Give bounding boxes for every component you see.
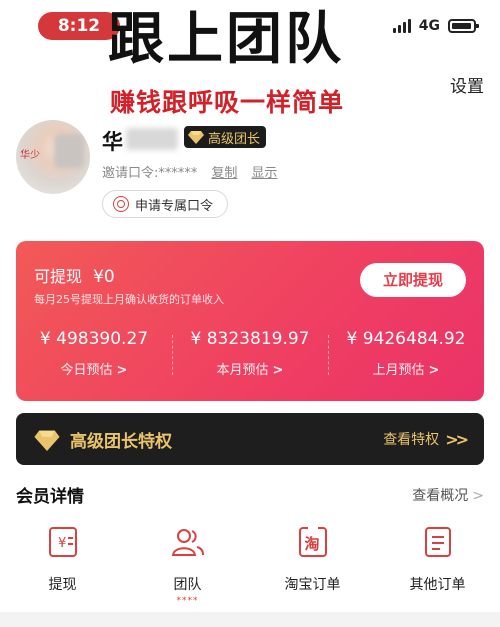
- grid-item-withdraw[interactable]: ¥ 提现: [0, 522, 125, 606]
- stat-label-text: 上月预估: [372, 363, 425, 378]
- settings-link[interactable]: 设置: [450, 72, 484, 97]
- stat-this-month[interactable]: ¥ 8323819.97 本月预估 >: [172, 327, 328, 378]
- stat-label-text: 今日预估: [60, 363, 113, 378]
- invite-row: 邀请口令:****** 复制 显示: [102, 162, 277, 181]
- signal-icon: [392, 19, 411, 33]
- privileges-bar[interactable]: 高级团长特权 查看特权 >>: [16, 413, 484, 465]
- withdrawable-label: 可提现: [34, 267, 83, 286]
- view-overview-label: 查看概况: [412, 488, 469, 504]
- chevron-right-icon: >: [472, 488, 484, 504]
- grid-item-label: 团队: [173, 577, 202, 593]
- avatar-blur: [54, 134, 84, 168]
- stat-value: ¥ 8323819.97: [190, 329, 310, 349]
- username: 华: [102, 130, 123, 154]
- grid-item-label: 其他订单: [409, 577, 466, 593]
- avatar[interactable]: 华少: [16, 120, 90, 194]
- view-privileges-label: 查看特权: [383, 432, 440, 448]
- withdraw-icon: ¥: [48, 527, 77, 557]
- battery-icon: [448, 19, 479, 33]
- stat-label: 今日预估 >: [16, 359, 172, 378]
- earnings-stats: ¥ 498390.27 今日预估 > ¥ 8323819.97 本月预估 > ¥ 9…: [16, 327, 484, 378]
- withdrawable: 可提现 ¥0: [34, 263, 115, 287]
- stat-today[interactable]: ¥ 498390.27 今日预估 >: [16, 327, 172, 378]
- overlay-caption: 赚钱跟呼吸一样简单: [110, 88, 345, 117]
- avatar-text: 华少: [20, 150, 40, 161]
- username-mask: [126, 128, 178, 150]
- stat-value: ¥ 498390.27: [39, 329, 149, 349]
- view-privileges-link[interactable]: 查看特权 >>: [383, 429, 469, 449]
- grid-item-other-orders[interactable]: 其他订单: [375, 522, 500, 606]
- withdraw-note: 每月25号提现上月确认收货的订单收入: [34, 293, 224, 306]
- diamond-icon: [34, 430, 60, 451]
- stat-label-text: 本月预估: [216, 363, 269, 378]
- stat-value: ¥ 9426484.92: [346, 329, 466, 349]
- chevron-right-icon: >: [272, 363, 284, 378]
- withdraw-button[interactable]: 立即提现: [360, 263, 466, 297]
- double-chevron-right-icon: >>: [445, 429, 469, 449]
- show-link[interactable]: 显示: [251, 162, 277, 181]
- svg-text:¥: ¥: [58, 536, 66, 551]
- apply-code-label: 申请专属口令: [135, 198, 214, 214]
- copy-link[interactable]: 复制: [211, 162, 237, 181]
- grid-item-team[interactable]: 团队 ****: [125, 522, 250, 606]
- earnings-card: 可提现 ¥0 每月25号提现上月确认收货的订单收入 立即提现 ¥ 498390.…: [16, 241, 484, 401]
- level-badge: 高级团长: [184, 126, 267, 148]
- stat-label: 上月预估 >: [328, 359, 484, 378]
- network-type: 4G: [418, 18, 440, 34]
- level-badge-label: 高级团长: [208, 131, 261, 147]
- withdrawable-amount: ¥0: [93, 267, 115, 287]
- chevron-right-icon: >: [116, 363, 128, 378]
- overlay-title: 跟上团队: [108, 7, 344, 72]
- team-icon: [171, 529, 204, 556]
- status-icons: 4G: [392, 18, 479, 34]
- stat-label: 本月预估 >: [172, 359, 328, 378]
- grid-item-label: 提现: [48, 577, 77, 593]
- stat-last-month[interactable]: ¥ 9426484.92 上月预估 >: [328, 327, 484, 378]
- view-overview-link[interactable]: 查看概况 >: [412, 485, 484, 505]
- apply-code-button[interactable]: 申请专属口令: [102, 190, 229, 218]
- search-icon: [113, 196, 129, 212]
- section-title: 会员详情: [16, 487, 84, 507]
- invite-code: 邀请口令:******: [102, 166, 198, 181]
- taobao-icon-text: 淘: [304, 535, 320, 553]
- other-orders-icon: [424, 527, 451, 557]
- grid-item-label: 淘宝订单: [284, 577, 341, 593]
- chevron-right-icon: >: [428, 363, 440, 378]
- privileges-left: 高级团长特权: [34, 427, 172, 452]
- member-grid: ¥ 提现 团队 **** 淘宝订单 其他订单: [0, 522, 500, 606]
- bottom-strip: [0, 612, 500, 627]
- diamond-icon: [188, 131, 204, 144]
- grid-item-dots: ****: [176, 596, 199, 606]
- privileges-title: 高级团长特权: [70, 432, 172, 452]
